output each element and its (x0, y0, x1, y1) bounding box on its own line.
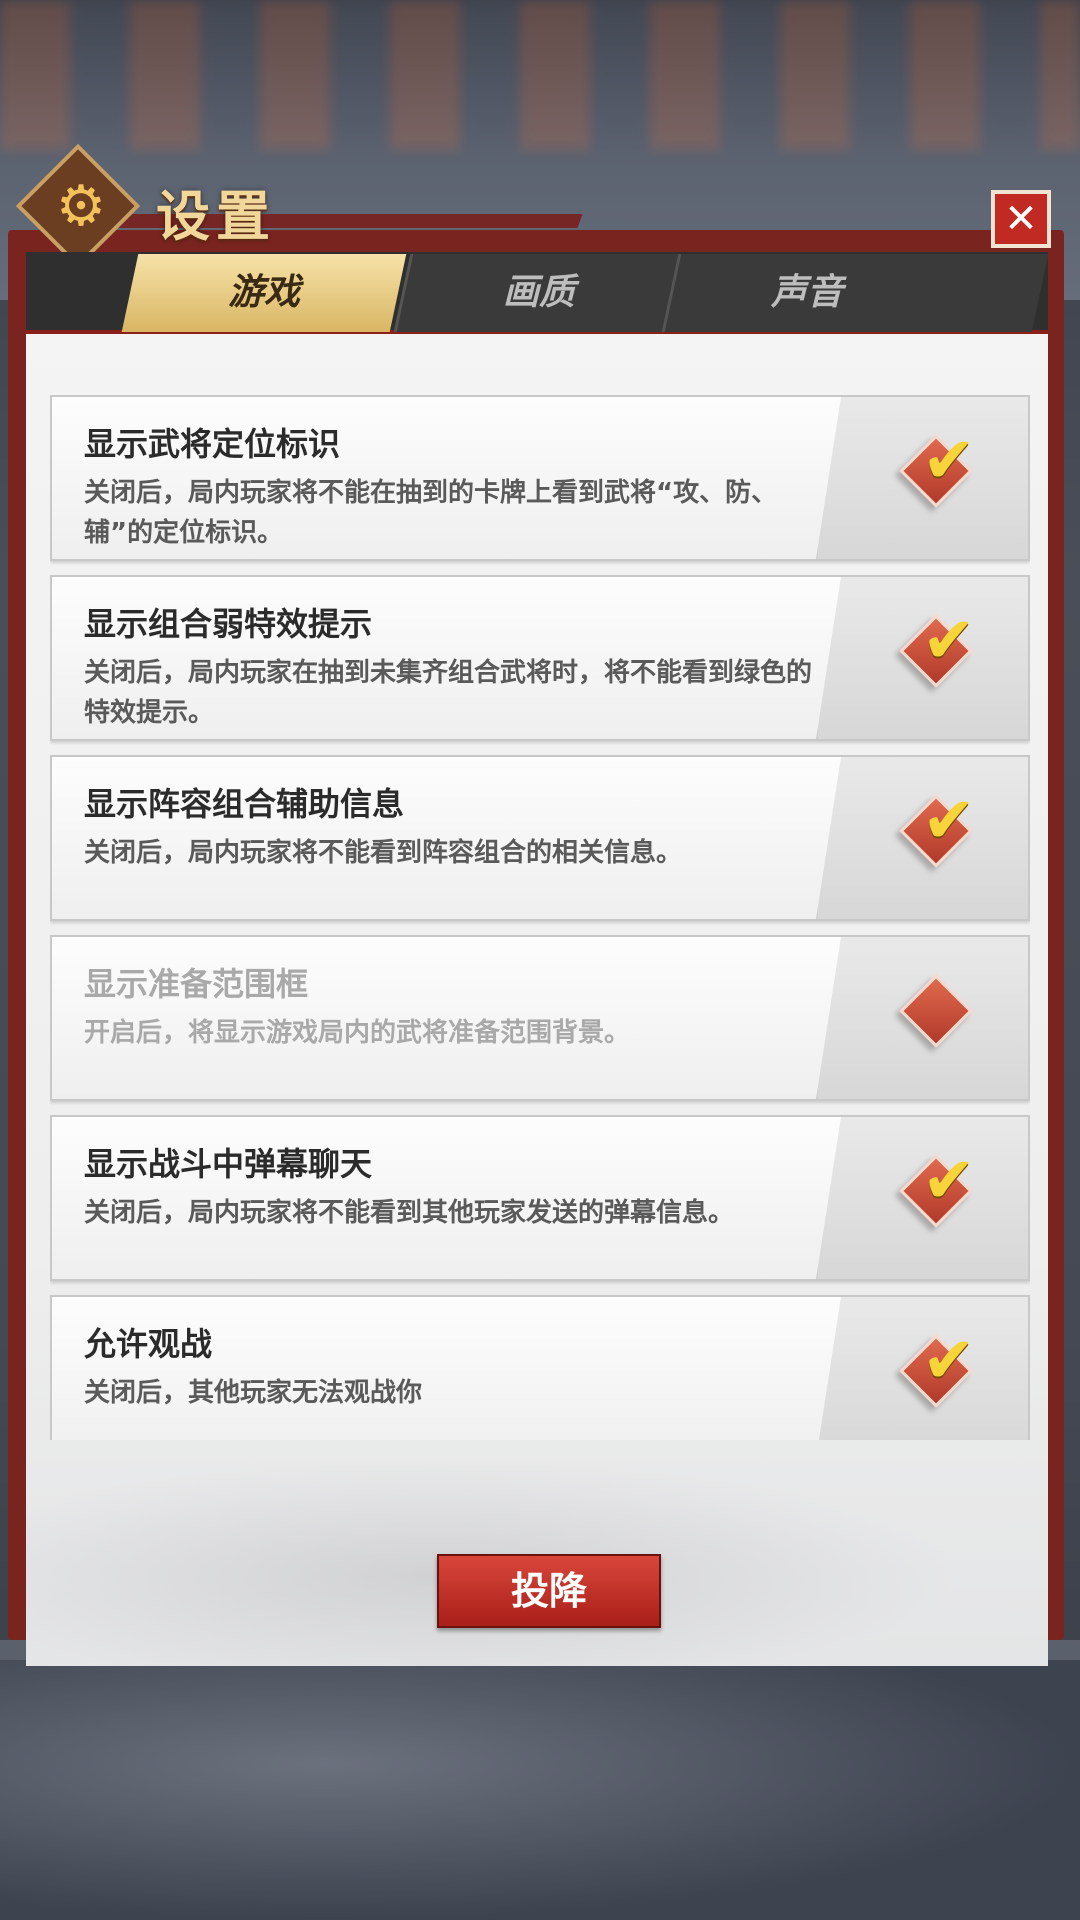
check-icon: ✔ (922, 424, 976, 498)
setting-title: 显示阵容组合辅助信息 (84, 785, 405, 823)
surrender-button[interactable]: 投降 (437, 1554, 661, 1628)
tab-game-label: 游戏 (227, 272, 300, 313)
setting-title: 显示准备范围框 (84, 965, 309, 1003)
setting-description: 关闭后，其他玩家无法观战你 (84, 1378, 423, 1408)
tab-sound[interactable]: 声音 (661, 254, 950, 332)
check-icon: ✔ (922, 1144, 976, 1218)
background-game-board (0, 0, 1080, 150)
page-title: 设置 (156, 184, 276, 248)
setting-description: 关闭后，局内玩家将不能看到其他玩家发送的弹幕信息。 (84, 1198, 735, 1228)
setting-description: 关闭后，局内玩家将不能在抽到的卡牌上看到武将“攻、防、辅”的定位标识。 (84, 478, 778, 548)
setting-row-prep-range: 显示准备范围框 开启后，将显示游戏局内的武将准备范围背景。 (50, 935, 1030, 1101)
setting-description: 关闭后，局内玩家将不能看到阵容组合的相关信息。 (84, 838, 683, 868)
setting-description: 开启后，将显示游戏局内的武将准备范围背景。 (84, 1018, 631, 1048)
setting-title: 允许观战 (84, 1325, 213, 1363)
setting-toggle[interactable]: ✔ (816, 757, 1028, 919)
gear-icon: ⚙ (55, 174, 107, 239)
close-button[interactable]: ✕ (991, 190, 1051, 248)
setting-row-lineup-info: 显示阵容组合辅助信息 关闭后，局内玩家将不能看到阵容组合的相关信息。 ✔ (50, 755, 1030, 921)
check-icon: ✔ (922, 1324, 976, 1398)
setting-toggle[interactable]: ✔ (816, 577, 1028, 739)
setting-toggle[interactable] (816, 937, 1028, 1099)
setting-toggle[interactable]: ✔ (816, 1117, 1028, 1279)
setting-toggle[interactable]: ✔ (816, 397, 1028, 559)
toggle-diamond-icon (899, 974, 973, 1048)
setting-title: 显示组合弱特效提示 (84, 605, 373, 643)
settings-list[interactable]: 显示武将定位标识 关闭后，局内玩家将不能在抽到的卡牌上看到武将“攻、防、辅”的定… (50, 395, 1030, 1440)
tab-graphics[interactable]: 画质 (393, 254, 682, 332)
setting-row-spectate: 允许观战 关闭后，其他玩家无法观战你 ✔ (50, 1295, 1030, 1440)
background-lower-scene (0, 1660, 1080, 1920)
setting-row-danmaku: 显示战斗中弹幕聊天 关闭后，局内玩家将不能看到其他玩家发送的弹幕信息。 ✔ (50, 1115, 1030, 1281)
setting-title: 显示武将定位标识 (84, 425, 341, 463)
panel-ink-painting (26, 1440, 1048, 1666)
setting-toggle[interactable]: ✔ (816, 1297, 1028, 1440)
setting-description: 关闭后，局内玩家在抽到未集齐组合武将时，将不能看到绿色的特效提示。 (84, 658, 813, 728)
setting-title: 显示战斗中弹幕聊天 (84, 1145, 373, 1183)
tab-bar-tail (931, 254, 1049, 332)
check-icon: ✔ (922, 784, 976, 858)
setting-row-role-marker: 显示武将定位标识 关闭后，局内玩家将不能在抽到的卡牌上看到武将“攻、防、辅”的定… (50, 395, 1030, 561)
tab-sound-label: 声音 (770, 272, 843, 313)
tab-game[interactable]: 游戏 (121, 254, 407, 332)
check-icon: ✔ (922, 604, 976, 678)
setting-row-combo-effect: 显示组合弱特效提示 关闭后，局内玩家在抽到未集齐组合武将时，将不能看到绿色的特效… (50, 575, 1030, 741)
tab-graphics-label: 画质 (502, 272, 575, 313)
